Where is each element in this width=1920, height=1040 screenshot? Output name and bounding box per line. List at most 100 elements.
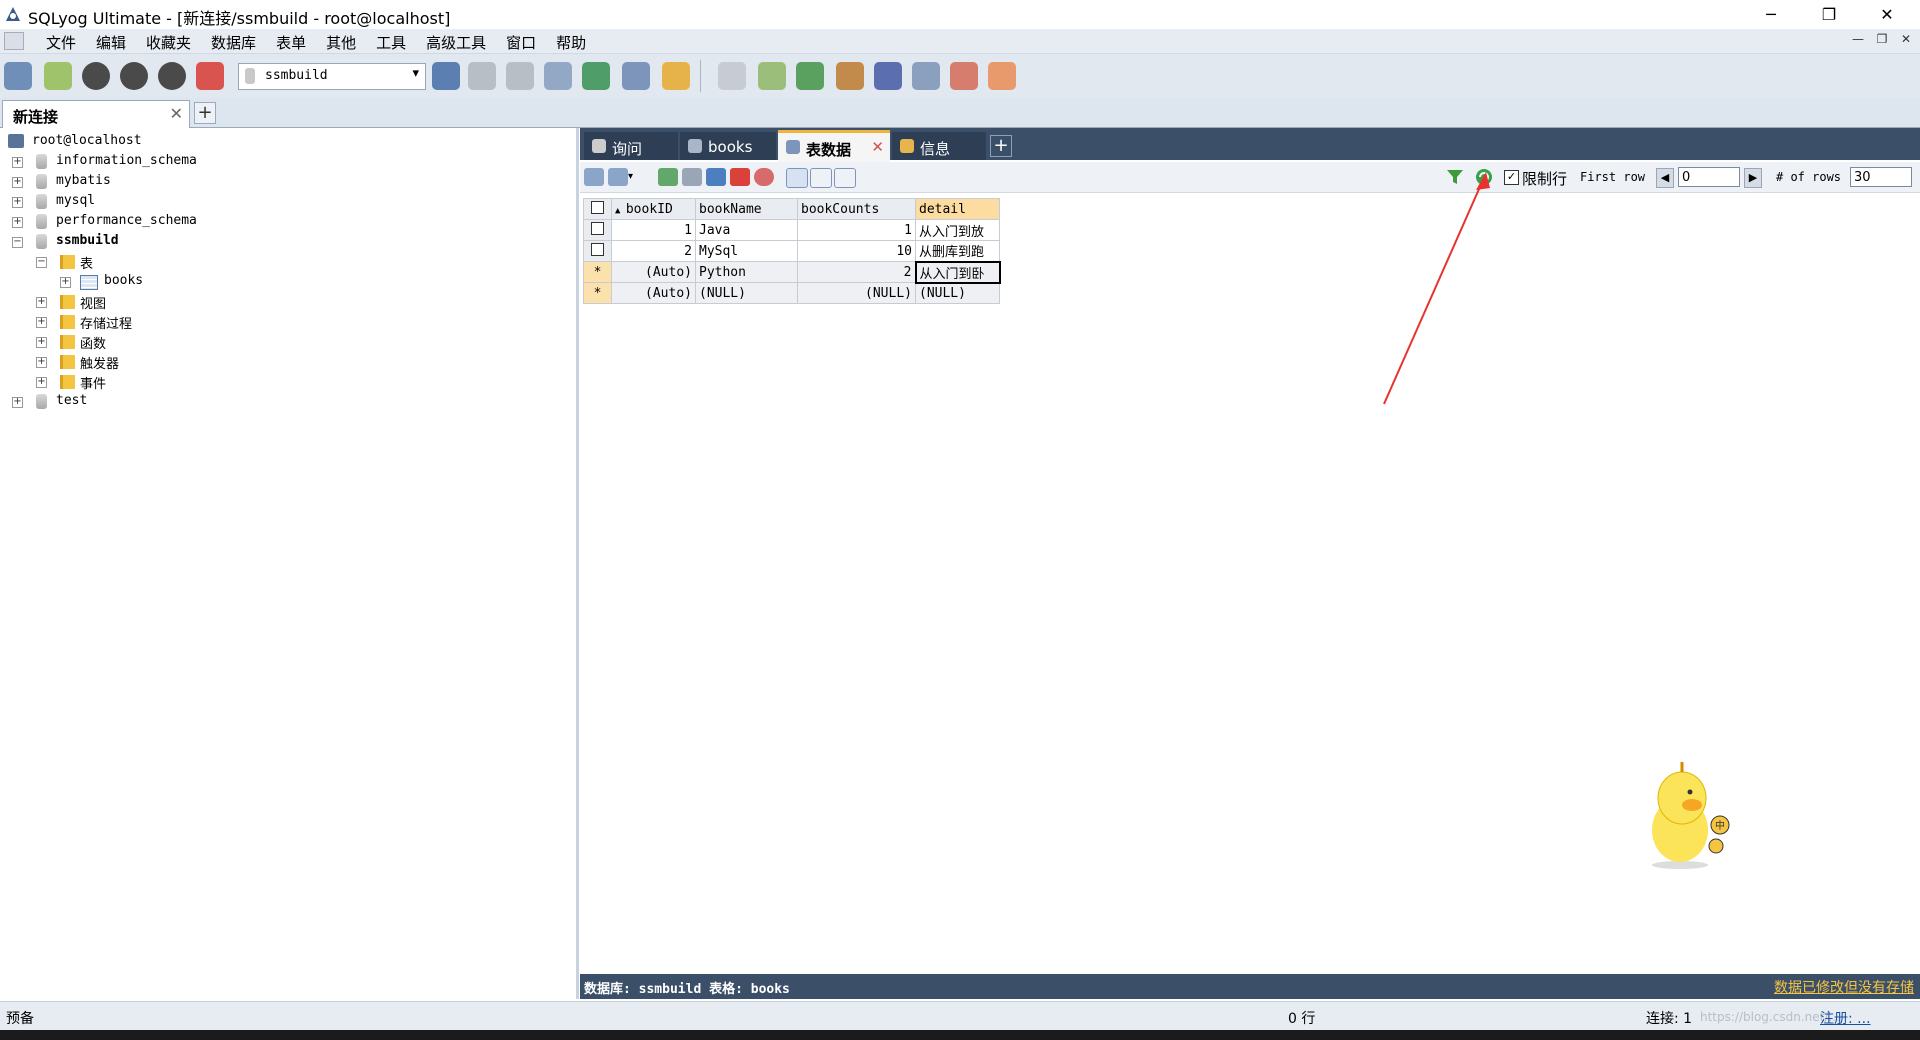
menu-item[interactable]: 文件 (36, 32, 86, 53)
schema-designer-icon[interactable] (758, 62, 786, 90)
cell-bookname[interactable]: Java (695, 219, 798, 241)
duplicate-row-icon[interactable] (682, 168, 702, 186)
column-header-bookcounts[interactable]: bookCounts (797, 198, 916, 220)
cell-bookname[interactable]: MySql (695, 240, 798, 262)
row-selector[interactable]: * (583, 261, 612, 283)
query-builder-icon[interactable] (718, 62, 746, 90)
cell-bookid[interactable]: 2 (611, 240, 696, 262)
tab-books[interactable]: books (680, 132, 776, 160)
import-grid-icon[interactable] (608, 168, 628, 186)
column-header-detail[interactable]: detail (915, 198, 1000, 220)
select-all-cell[interactable] (583, 198, 612, 220)
monitor-icon[interactable] (950, 62, 978, 90)
restore-icon[interactable] (506, 62, 534, 90)
chevron-down-icon[interactable]: ▾ (628, 168, 648, 186)
cell-bookcounts[interactable]: 10 (797, 240, 916, 262)
database-selector[interactable]: ssmbuild ▾ (238, 63, 426, 90)
text-view-icon[interactable] (834, 168, 856, 188)
limit-rows-checkbox[interactable]: ✓ (1504, 170, 1519, 185)
schema-sync-icon[interactable] (836, 62, 864, 90)
expand-icon[interactable]: + (12, 197, 23, 208)
first-row-input[interactable]: 0 (1678, 167, 1740, 187)
tab-info[interactable]: 信息 (892, 132, 986, 160)
menu-item[interactable]: 数据库 (201, 32, 266, 53)
rows-count-input[interactable]: 30 (1850, 167, 1912, 187)
expand-icon[interactable]: + (12, 397, 23, 408)
delete-row-icon[interactable] (730, 168, 750, 186)
cancel-changes-icon[interactable] (754, 168, 774, 186)
restore-button[interactable]: ❐ (1806, 0, 1852, 29)
unsaved-changes-link[interactable]: 数据已修改但没有存储 (1774, 977, 1914, 997)
table-row-new[interactable]: * (Auto) (NULL) (NULL) (NULL) (583, 282, 1000, 304)
column-header-bookid[interactable]: ▲ bookID (611, 198, 696, 220)
save-icon[interactable] (706, 168, 726, 186)
row-checkbox[interactable] (591, 221, 604, 235)
table-row[interactable]: 1 Java 1 从入门到放 (583, 219, 1000, 241)
document-icon[interactable] (4, 32, 24, 50)
next-page-button[interactable]: ▶ (1744, 168, 1762, 188)
register-link[interactable]: 注册: ... (1820, 1008, 1871, 1028)
close-icon[interactable]: ✕ (871, 138, 884, 156)
expand-icon[interactable]: + (12, 157, 23, 168)
tab-table-data[interactable]: 表数据 ✕ (778, 130, 890, 163)
cell-bookname[interactable]: (NULL) (695, 282, 798, 304)
cell-detail-focused[interactable]: 从入门到卧 (914, 260, 1001, 284)
mdi-close-button[interactable]: ✕ (1896, 32, 1916, 46)
row-selector[interactable] (583, 240, 612, 262)
export-icon[interactable] (582, 62, 610, 90)
expand-icon[interactable]: + (36, 337, 47, 348)
collapse-icon[interactable]: − (36, 257, 47, 268)
cell-bookid[interactable]: 1 (611, 219, 696, 241)
user-manager-icon[interactable] (432, 62, 460, 90)
minimize-button[interactable]: ─ (1748, 0, 1794, 29)
insert-row-icon[interactable] (658, 168, 678, 186)
cell-bookid[interactable]: (Auto) (611, 282, 696, 304)
table-icon[interactable] (622, 62, 650, 90)
expand-icon[interactable]: + (36, 377, 47, 388)
cell-bookcounts[interactable]: (NULL) (797, 282, 916, 304)
menu-item[interactable]: 收藏夹 (136, 32, 201, 53)
cell-detail[interactable]: 从删库到跑 (915, 240, 1000, 262)
expand-icon[interactable]: + (60, 277, 71, 288)
menu-item[interactable]: 其他 (316, 32, 366, 53)
add-connection-button[interactable]: + (194, 102, 216, 124)
export-grid-icon[interactable] (584, 168, 604, 186)
column-header-bookname[interactable]: bookName (695, 198, 798, 220)
select-all-checkbox[interactable] (591, 200, 604, 214)
menu-item[interactable]: 帮助 (546, 32, 596, 53)
expand-icon[interactable]: + (12, 177, 23, 188)
execute-all-icon[interactable] (120, 62, 148, 90)
collapse-icon[interactable]: − (12, 237, 23, 248)
menu-item[interactable]: 窗口 (496, 32, 546, 53)
expand-icon[interactable]: + (36, 297, 47, 308)
form-view-icon[interactable] (810, 168, 832, 188)
backup-icon[interactable] (468, 62, 496, 90)
connect-icon[interactable] (4, 62, 32, 90)
connection-tab[interactable]: 新连接 ✕ (2, 100, 190, 128)
row-selector[interactable] (583, 219, 612, 241)
add-tab-button[interactable]: + (990, 135, 1012, 157)
row-selector[interactable]: * (583, 282, 612, 304)
expand-icon[interactable]: + (36, 357, 47, 368)
menu-item[interactable]: 表单 (266, 32, 316, 53)
expand-icon[interactable]: + (12, 217, 23, 228)
table-row-editing[interactable]: * (Auto) Python 2 从入门到卧 (583, 260, 1001, 284)
alter-table-icon[interactable] (662, 62, 690, 90)
cell-detail[interactable]: 从入门到放 (915, 219, 1000, 241)
import-icon[interactable] (544, 62, 572, 90)
cell-bookcounts[interactable]: 2 (797, 261, 916, 283)
data-sync-icon[interactable] (796, 62, 824, 90)
menu-item[interactable]: 编辑 (86, 32, 136, 53)
execute-query-icon[interactable] (82, 62, 110, 90)
previous-page-button[interactable]: ◀ (1656, 168, 1674, 188)
scheduler-icon[interactable] (874, 62, 902, 90)
mdi-minimize-button[interactable]: — (1848, 32, 1868, 46)
new-connection-icon[interactable] (44, 62, 72, 90)
menu-item[interactable]: 高级工具 (416, 32, 496, 53)
cell-bookid[interactable]: (Auto) (611, 261, 696, 283)
expand-icon[interactable]: + (36, 317, 47, 328)
cell-detail[interactable]: (NULL) (915, 282, 1000, 304)
close-window-button[interactable]: ✕ (1864, 0, 1910, 29)
mdi-restore-button[interactable]: ❐ (1872, 32, 1892, 46)
grid-view-icon[interactable] (786, 168, 808, 188)
